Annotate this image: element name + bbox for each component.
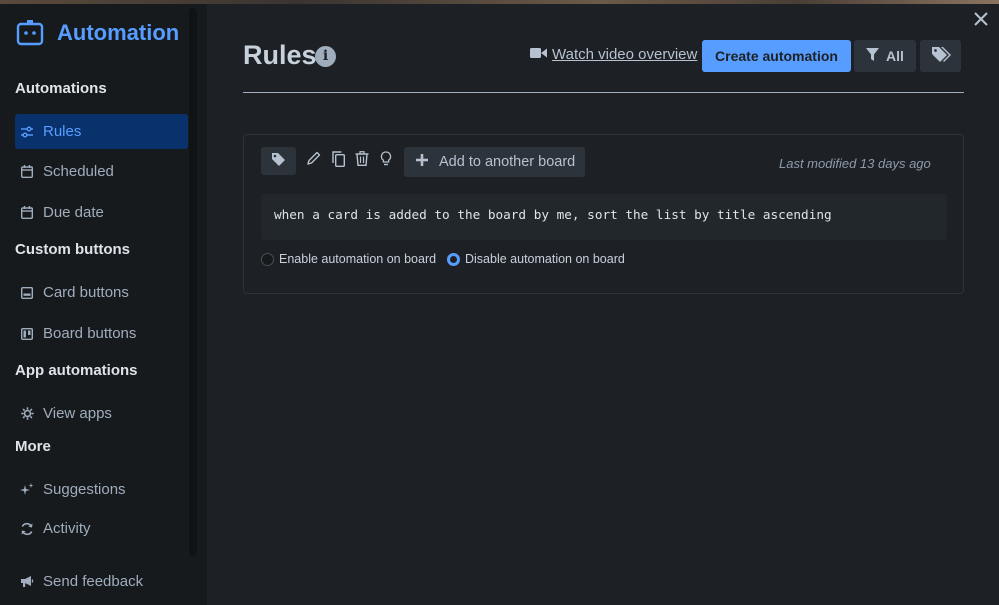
sidebar-item-due-date[interactable]: Due date xyxy=(15,195,188,230)
app-brand: Automation xyxy=(16,16,179,50)
sidebar-item-label: Send feedback xyxy=(43,573,144,590)
watch-video-label: Watch video overview xyxy=(552,46,698,63)
disable-label: Disable automation on board xyxy=(465,252,625,266)
sidebar-item-label: Suggestions xyxy=(43,481,126,498)
calendar-icon xyxy=(20,165,34,179)
info-icon[interactable]: i xyxy=(315,46,336,67)
sidebar: Automation Automations Rules Scheduled D… xyxy=(0,4,207,605)
tag-icon xyxy=(271,152,286,171)
sidebar-item-activity[interactable]: Activity xyxy=(15,511,188,546)
add-to-another-board-button[interactable]: Add to another board xyxy=(404,147,585,177)
card-icon xyxy=(20,286,34,300)
gear-icon xyxy=(20,407,34,421)
sidebar-item-send-feedback[interactable]: Send feedback xyxy=(15,564,188,599)
sidebar-scrollbar[interactable] xyxy=(189,8,197,556)
filter-button[interactable]: All xyxy=(854,40,916,72)
trash-icon xyxy=(355,151,369,171)
delete-rule-button[interactable] xyxy=(354,151,370,171)
sidebar-item-rules[interactable]: Rules xyxy=(15,114,188,149)
copy-icon xyxy=(331,150,345,172)
sidebar-item-label: Scheduled xyxy=(43,163,114,180)
add-board-label: Add to another board xyxy=(439,154,576,170)
filter-icon xyxy=(866,47,880,65)
close-icon xyxy=(973,11,989,32)
page-title: Rules xyxy=(243,40,317,70)
app-title: Automation xyxy=(57,20,180,45)
section-automations: Automations xyxy=(15,80,107,97)
sidebar-item-label: Rules xyxy=(43,123,82,140)
disable-automation-option[interactable]: Disable automation on board xyxy=(447,252,625,266)
sidebar-item-board-buttons[interactable]: Board buttons xyxy=(15,316,188,351)
sidebar-item-suggestions[interactable]: Suggestions xyxy=(15,472,188,507)
sidebar-item-label: View apps xyxy=(43,405,112,422)
sidebar-item-label: Due date xyxy=(43,204,104,221)
header-divider xyxy=(243,92,964,93)
megaphone-icon xyxy=(20,575,34,589)
close-button[interactable] xyxy=(970,10,992,32)
tag-rule-button[interactable] xyxy=(261,147,296,175)
sidebar-item-label: Card buttons xyxy=(43,284,129,301)
sidebar-item-view-apps[interactable]: View apps xyxy=(15,396,188,431)
tags-icon xyxy=(931,46,951,67)
disable-radio[interactable] xyxy=(447,252,460,266)
rule-description: when a card is added to the board by me,… xyxy=(261,194,947,240)
section-app-automations: App automations xyxy=(15,362,138,379)
plus-icon xyxy=(415,153,429,171)
sparkles-icon xyxy=(20,482,34,497)
edit-rule-button[interactable] xyxy=(305,151,321,171)
sidebar-item-scheduled[interactable]: Scheduled xyxy=(15,154,188,189)
calendar-icon xyxy=(20,206,34,220)
lightbulb-icon xyxy=(380,151,392,171)
sliders-icon xyxy=(20,125,34,139)
insights-button[interactable] xyxy=(378,151,394,171)
board-icon xyxy=(20,327,34,341)
enable-automation-option[interactable]: Enable automation on board xyxy=(261,252,436,266)
refresh-icon xyxy=(20,522,34,536)
sidebar-item-label: Activity xyxy=(43,520,91,537)
copy-rule-button[interactable] xyxy=(330,150,346,172)
pencil-icon xyxy=(306,151,321,171)
watch-video-link[interactable]: Watch video overview xyxy=(530,46,697,63)
filter-label: All xyxy=(886,48,904,64)
tags-button[interactable] xyxy=(920,40,961,72)
section-more: More xyxy=(15,438,51,455)
enable-label: Enable automation on board xyxy=(279,252,437,266)
section-custom-buttons: Custom buttons xyxy=(15,241,130,258)
create-automation-button[interactable]: Create automation xyxy=(702,40,851,72)
enable-radio[interactable] xyxy=(261,252,274,266)
sidebar-item-label: Board buttons xyxy=(43,325,137,342)
sidebar-item-card-buttons[interactable]: Card buttons xyxy=(15,275,188,310)
video-camera-icon xyxy=(530,46,547,63)
last-modified-text: Last modified 13 days ago xyxy=(779,156,931,171)
rule-card: Add to another board Last modified 13 da… xyxy=(243,134,964,294)
robot-icon xyxy=(16,20,44,46)
